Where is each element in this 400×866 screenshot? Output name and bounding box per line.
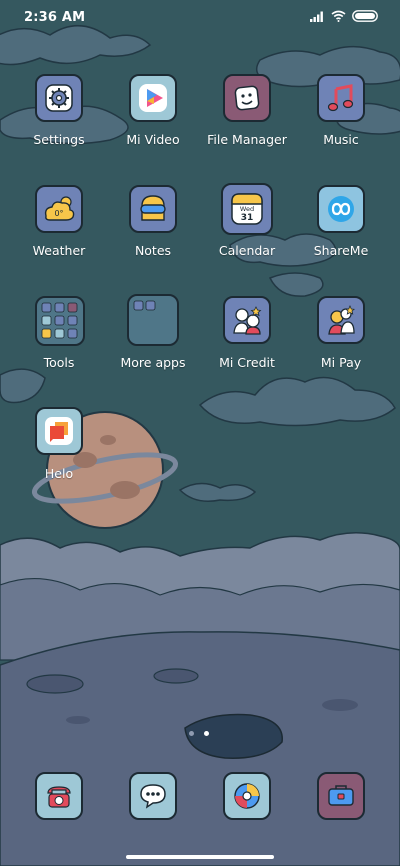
folder-icon: [41, 302, 78, 339]
more-apps-folder[interactable]: [127, 294, 179, 346]
weather-cloud-icon: 0°: [44, 196, 75, 221]
file-manager-app-icon[interactable]: [223, 74, 271, 122]
chat-bubble-icon: [45, 417, 73, 445]
helo-app-icon[interactable]: [35, 407, 83, 455]
status-time: 2:36 AM: [24, 10, 86, 25]
browser-dock-icon[interactable]: [223, 772, 271, 820]
calendar-weekday: Wed: [240, 205, 254, 213]
music-note-icon: [327, 84, 354, 112]
toolbox-dock-icon[interactable]: [317, 772, 365, 820]
settings-app-icon[interactable]: [35, 74, 83, 122]
mi-video-app-icon[interactable]: [129, 74, 177, 122]
mi-pay-app-icon[interactable]: [317, 296, 365, 344]
tools-folder[interactable]: [35, 296, 85, 346]
notes-app-icon[interactable]: [129, 185, 177, 233]
music-label: Music: [323, 132, 359, 147]
mi-credit-app-icon[interactable]: [223, 296, 271, 344]
characters-icon: [233, 306, 262, 335]
status-bar: 2:36 AM: [0, 0, 400, 34]
play-triangle-icon: [139, 84, 167, 112]
messaging-dock-icon[interactable]: [129, 772, 177, 820]
helo-label: Helo: [44, 466, 74, 481]
folder-face-icon: [234, 85, 260, 111]
characters-icon: [328, 304, 355, 335]
shareme-app-icon[interactable]: [317, 185, 365, 233]
phone-dock-icon[interactable]: [35, 772, 83, 820]
page-dot-2-active[interactable]: [204, 731, 209, 736]
gear-icon: [45, 84, 73, 112]
music-app-icon[interactable]: [317, 74, 365, 122]
calendar-app-icon[interactable]: Wed 31: [221, 183, 273, 235]
home-gesture-bar[interactable]: [126, 855, 274, 859]
browser-ball-icon: [234, 783, 260, 809]
notes-goggles-icon: [140, 195, 166, 221]
phone-icon: [47, 786, 71, 808]
infinity-icon: [328, 196, 354, 222]
wifi-icon: [331, 10, 346, 22]
battery-icon: [352, 10, 378, 22]
toolbox-icon: [328, 785, 354, 806]
weather-temp: 0°: [54, 209, 63, 218]
folder-icon: [133, 300, 156, 311]
mi-pay-label: Mi Pay: [320, 355, 362, 370]
calendar-icon: Wed 31: [231, 193, 263, 225]
signal-icon: [310, 11, 323, 22]
message-bubble-icon: [140, 784, 166, 809]
page-dot-1[interactable]: [189, 731, 194, 736]
shareme-label: ShareMe: [313, 243, 369, 258]
status-icons: [310, 10, 378, 22]
weather-app-icon[interactable]: 0°: [35, 185, 83, 233]
calendar-day: 31: [241, 213, 254, 223]
